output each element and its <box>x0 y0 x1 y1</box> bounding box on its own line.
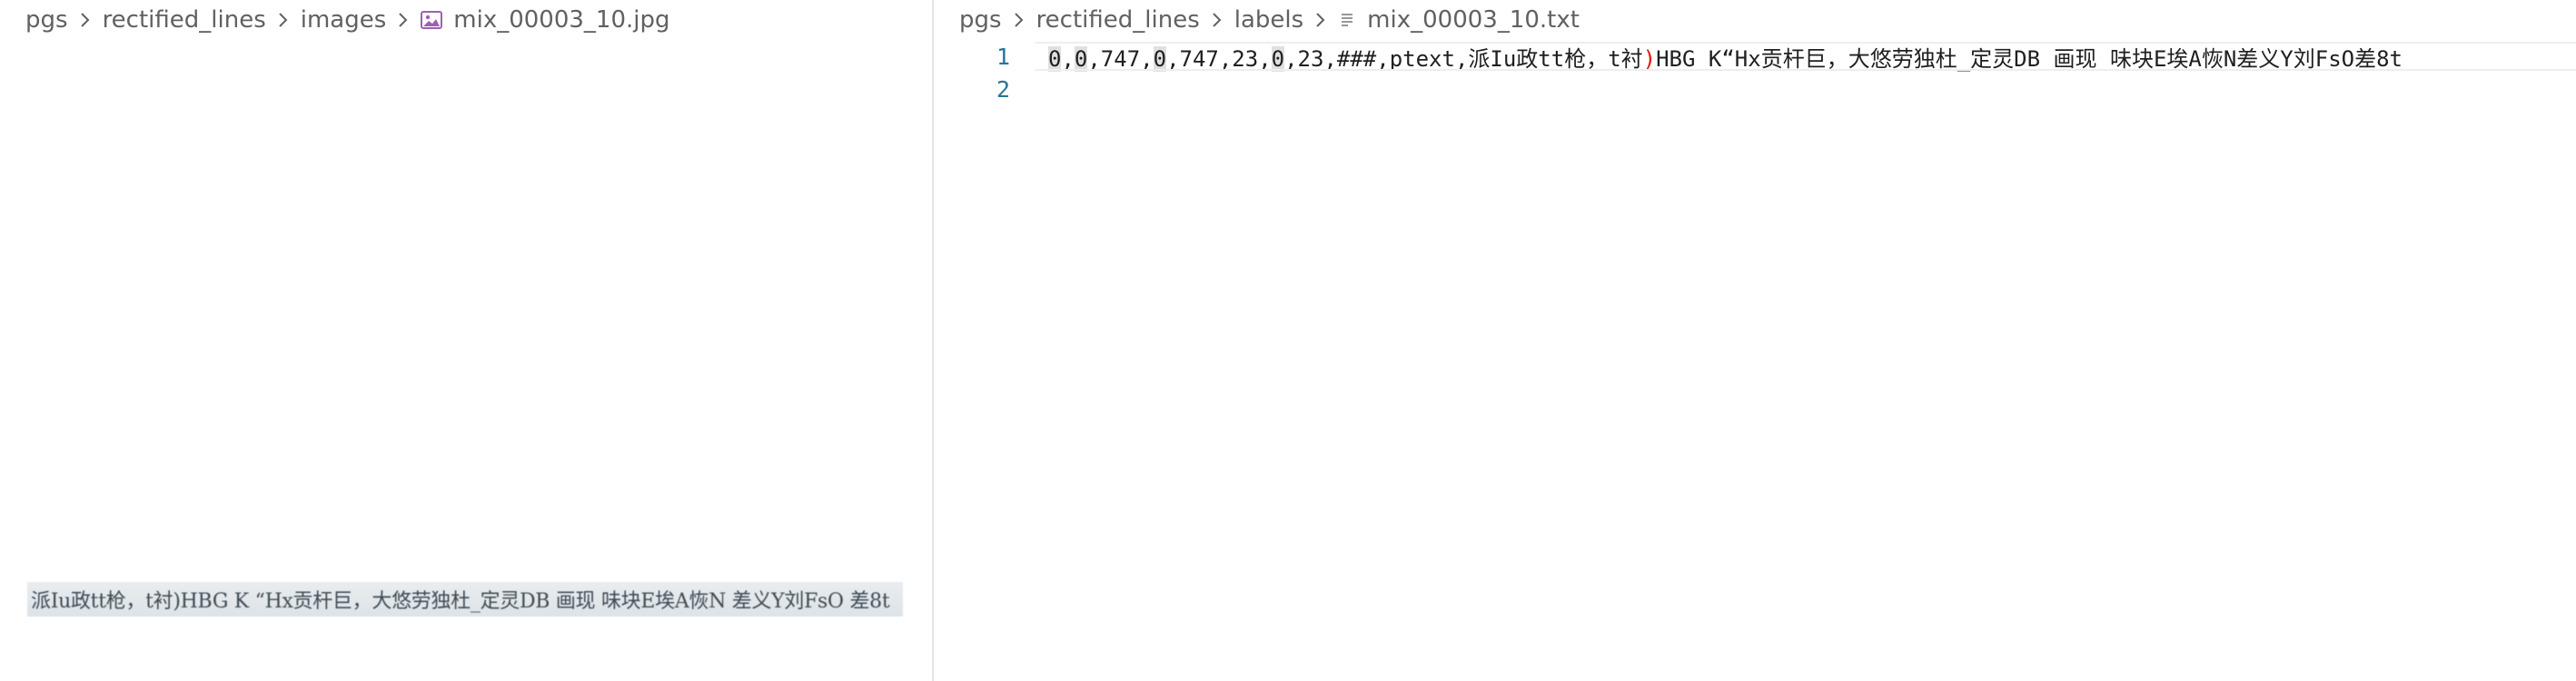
image-icon <box>421 11 443 29</box>
image-rendered-text: 派Iu政tt枪，t衬)HBG K “Hx贡杆巨，大悠劳独杜_定灵DB 画现 味块… <box>31 590 890 613</box>
chevron-right-icon <box>1013 10 1025 30</box>
breadcrumb-item-pgs[interactable]: pgs <box>959 6 1002 34</box>
breadcrumb-item-images[interactable]: images <box>301 6 387 34</box>
code-text: , <box>1061 45 1075 72</box>
occurrence-highlight: 0 <box>1153 45 1167 72</box>
occurrence-highlight: 0 <box>1048 45 1062 72</box>
text-line-image: 派Iu政tt枪，t衬)HBG K “Hx贡杆巨，大悠劳独杜_定灵DB 画现 味块… <box>27 582 903 617</box>
line-number: 2 <box>996 75 1010 103</box>
line-number: 1 <box>996 43 1010 70</box>
breadcrumb-item-labels[interactable]: labels <box>1234 6 1303 34</box>
code-text: ,747, <box>1087 45 1154 72</box>
chevron-right-icon <box>1314 10 1327 30</box>
breadcrumb-file-name[interactable]: mix_00003_10.jpg <box>453 6 669 34</box>
code-editor[interactable]: 1 0,0,747,0,747,23,0,23,###,ptext,派Iu政tt… <box>934 40 2576 681</box>
code-text: HBG K“Hx贡杆巨，大悠劳独杜_定灵DB 画现 味块E埃A恢N差义Y刘FsO… <box>1656 45 2403 72</box>
chevron-right-icon <box>1211 10 1224 30</box>
breadcrumb-item-rectified-lines[interactable]: rectified_lines <box>1036 6 1200 34</box>
text-editor-pane: pgs rectified_lines labels mix_00003_10.… <box>934 0 2576 681</box>
chevron-right-icon <box>397 10 410 30</box>
image-preview-pane: pgs rectified_lines images mix_00003_10.… <box>0 0 932 681</box>
line-content[interactable]: 0,0,747,0,747,23,0,23,###,ptext,派Iu政tt枪，… <box>1048 41 2403 73</box>
occurrence-highlight: 0 <box>1271 45 1285 72</box>
breadcrumb-item-pgs[interactable]: pgs <box>25 6 68 34</box>
breadcrumb: pgs rectified_lines labels mix_00003_10.… <box>934 0 2576 40</box>
code-text: ,23,###,ptext,派Iu政tt枪，t衬 <box>1284 45 1643 72</box>
breadcrumb: pgs rectified_lines images mix_00003_10.… <box>0 0 932 40</box>
chevron-right-icon <box>79 10 92 30</box>
editor-line-1[interactable]: 1 0,0,747,0,747,23,0,23,###,ptext,派Iu政tt… <box>934 40 2576 73</box>
editor-line-2[interactable]: 2 <box>934 73 2576 105</box>
unmatched-bracket: ) <box>1642 45 1657 72</box>
breadcrumb-file-name[interactable]: mix_00003_10.txt <box>1367 6 1580 34</box>
editor-split-view: pgs rectified_lines images mix_00003_10.… <box>0 0 2576 681</box>
occurrence-highlight: 0 <box>1074 45 1088 72</box>
chevron-right-icon <box>277 10 290 30</box>
breadcrumb-item-rectified-lines[interactable]: rectified_lines <box>103 6 266 34</box>
code-text: ,747,23, <box>1166 45 1272 72</box>
text-file-icon <box>1338 10 1356 30</box>
